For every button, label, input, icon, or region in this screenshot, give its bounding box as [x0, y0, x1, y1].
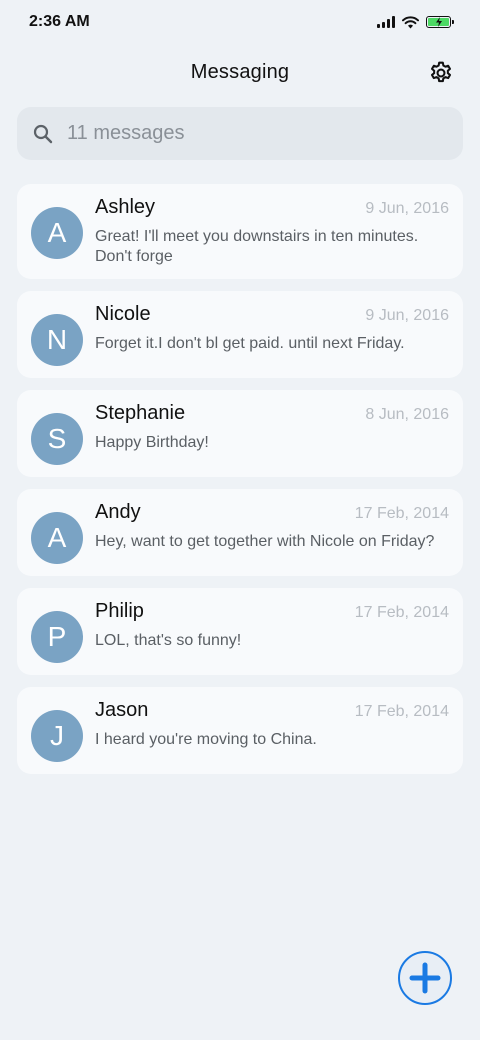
message-date: 17 Feb, 2014	[354, 604, 449, 621]
conversation-item[interactable]: J Jason 17 Feb, 2014 I heard you're movi…	[17, 687, 463, 774]
avatar: J	[31, 710, 83, 762]
avatar: A	[31, 207, 83, 259]
conversation-list: A Ashley 9 Jun, 2016 Great! I'll meet yo…	[17, 184, 463, 786]
message-preview: Happy Birthday!	[95, 434, 209, 451]
search-bar[interactable]	[17, 107, 463, 160]
search-input[interactable]	[67, 122, 427, 145]
contact-name: Nicole	[95, 303, 151, 325]
gear-icon	[430, 61, 452, 83]
message-preview: I heard you're moving to China.	[95, 731, 317, 748]
avatar: N	[31, 314, 83, 366]
contact-name: Jason	[95, 699, 149, 721]
plus-icon	[409, 962, 441, 994]
status-time: 2:36 AM	[29, 13, 90, 30]
conversation-item[interactable]: A Andy 17 Feb, 2014 Hey, want to get tog…	[17, 489, 463, 576]
contact-name: Philip	[95, 600, 144, 622]
header: Messaging	[0, 48, 480, 96]
message-date: 9 Jun, 2016	[365, 307, 449, 324]
contact-name: Ashley	[95, 196, 156, 218]
compose-button[interactable]	[398, 951, 452, 1005]
signal-icon	[377, 16, 395, 28]
search-icon	[33, 124, 53, 144]
message-date: 17 Feb, 2014	[354, 703, 449, 720]
contact-name: Stephanie	[95, 402, 186, 424]
message-preview: Forget it.I don't bl get paid. until nex…	[95, 335, 405, 352]
message-preview: Great! I'll meet you downstairs in ten m…	[95, 228, 419, 265]
message-preview: Hey, want to get together with Nicole on…	[95, 533, 435, 550]
conversation-item[interactable]: P Philip 17 Feb, 2014 LOL, that's so fun…	[17, 588, 463, 675]
avatar: A	[31, 512, 83, 564]
avatar: S	[31, 413, 83, 465]
contact-name: Andy	[95, 501, 141, 523]
message-date: 8 Jun, 2016	[365, 406, 449, 423]
avatar: P	[31, 611, 83, 663]
message-preview: LOL, that's so funny!	[95, 632, 242, 649]
battery-icon	[426, 16, 454, 28]
wifi-icon	[402, 15, 419, 28]
settings-button[interactable]	[426, 58, 456, 88]
status-icons	[377, 15, 454, 29]
message-date: 9 Jun, 2016	[365, 200, 449, 217]
status-bar: 2:36 AM	[0, 0, 480, 44]
conversation-item[interactable]: N Nicole 9 Jun, 2016 Forget it.I don't b…	[17, 291, 463, 378]
message-date: 17 Feb, 2014	[354, 505, 449, 522]
page-title: Messaging	[190, 60, 290, 83]
conversation-item[interactable]: S Stephanie 8 Jun, 2016 Happy Birthday!	[17, 390, 463, 477]
conversation-item[interactable]: A Ashley 9 Jun, 2016 Great! I'll meet yo…	[17, 184, 463, 279]
